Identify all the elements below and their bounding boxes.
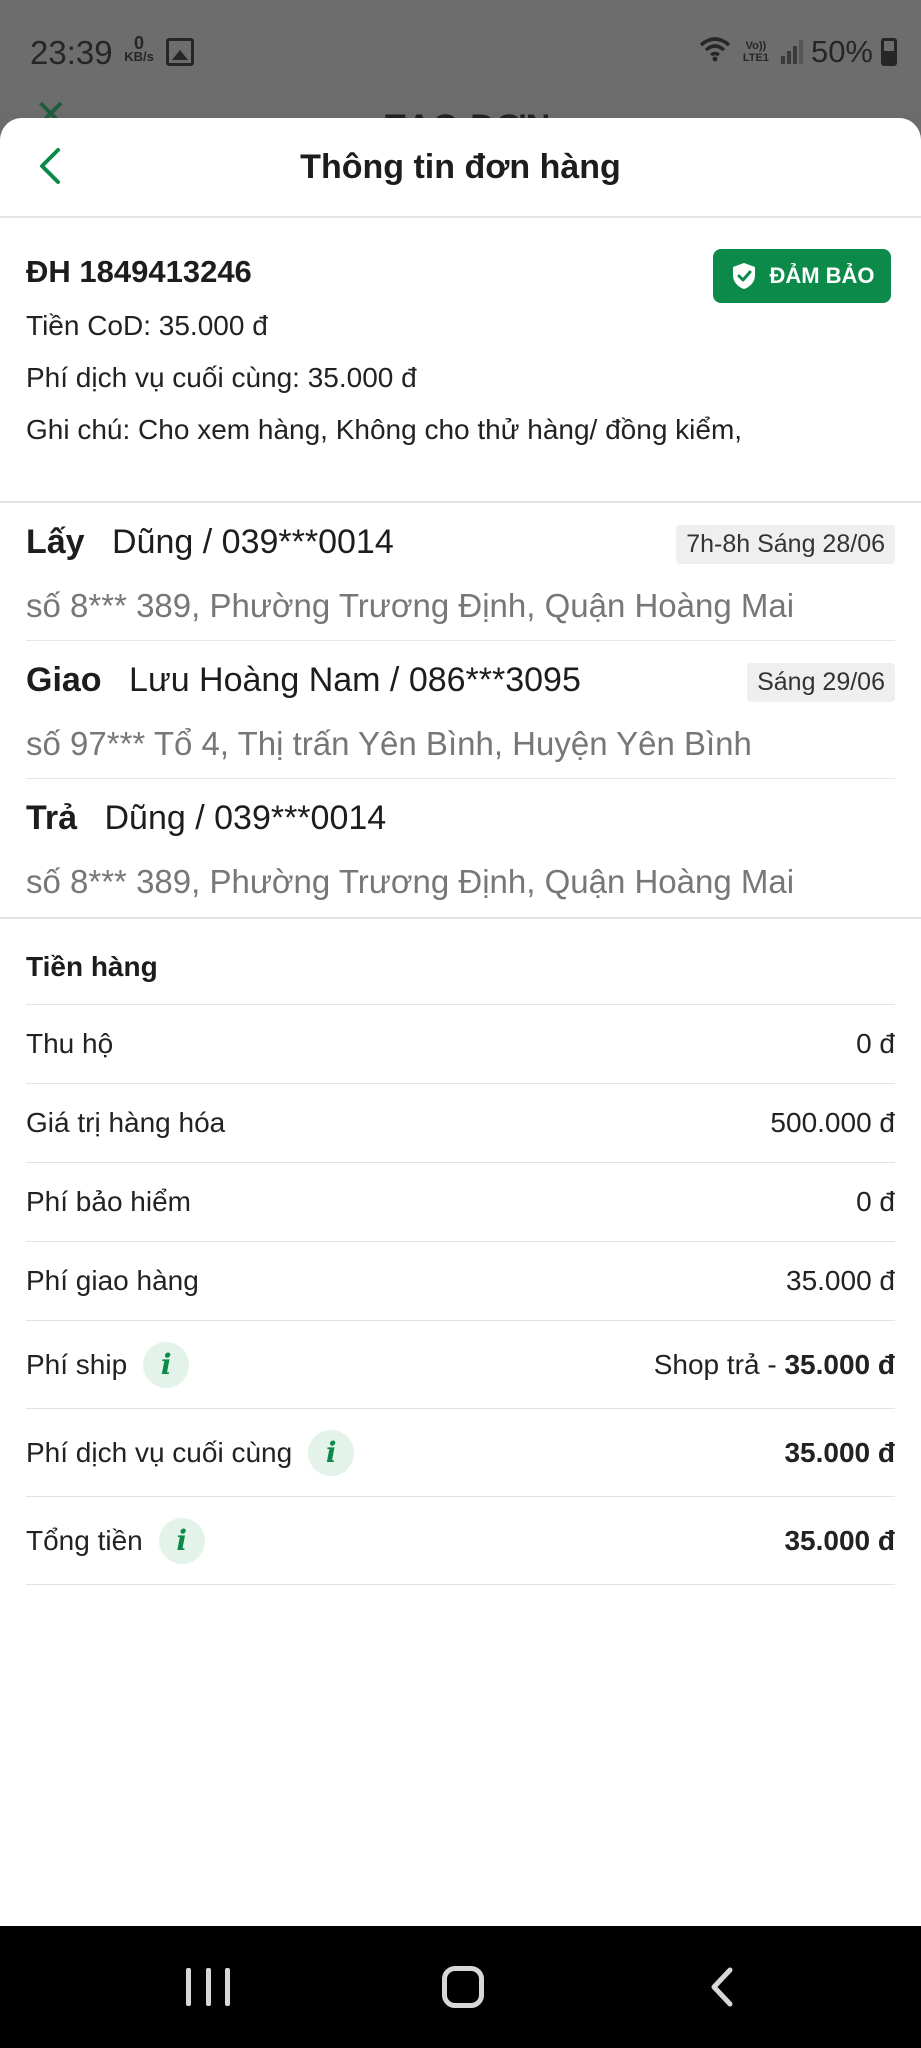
money-row-label-group: Phí dịch vụ cuối cùng i (26, 1429, 355, 1476)
stop-kind: Trả (26, 799, 78, 837)
money-row-label: Phí ship (26, 1348, 128, 1380)
money-row-value: 35.000 đ (786, 1265, 895, 1296)
stop-header: Giao Lưu Hoàng Nam / 086***3095 (26, 661, 581, 700)
battery-icon (881, 38, 897, 66)
money-row-label: Phí dịch vụ cuối cùng (26, 1436, 293, 1468)
money-row-insurance: Phí bảo hiểm 0 đ (26, 1163, 895, 1242)
money-row-label: Phí bảo hiểm (26, 1186, 191, 1217)
guarantee-badge-label: ĐẢM BẢO (769, 263, 875, 288)
nav-back-icon[interactable] (706, 1966, 738, 2008)
stop-contact: Dũng / 039***0014 (112, 523, 394, 561)
stop-address: số 8*** 389, Phường Trương Định, Quận Ho… (26, 863, 795, 900)
ship-payer: Shop trả - (653, 1348, 785, 1380)
signal-icon (780, 40, 803, 64)
money-section: Tiền hàng Thu hộ 0 đ Giá trị hàng hóa 50… (0, 919, 921, 1585)
network-speed-unit: KB/s (124, 49, 154, 64)
money-row-cod: Thu hộ 0 đ (26, 1005, 895, 1084)
money-row-label: Thu hộ (26, 1028, 114, 1059)
info-icon[interactable]: i (158, 1517, 205, 1564)
money-row-label: Giá trị hàng hóa (26, 1107, 226, 1138)
info-icon[interactable]: i (308, 1429, 355, 1476)
wifi-icon (699, 35, 731, 70)
image-notification-icon (166, 38, 194, 66)
sheet-header: Thông tin đơn hàng (0, 118, 921, 218)
money-row-value: 35.000 đ (784, 1436, 895, 1468)
order-note: Ghi chú: Cho xem hàng, Không cho thử hàn… (26, 414, 743, 445)
stop-delivery[interactable]: Giao Lưu Hoàng Nam / 086***3095 Sáng 29/… (26, 641, 895, 779)
money-row-ship-fee: Phí ship i Shop trả - 35.000 đ (26, 1321, 895, 1409)
recent-apps-icon[interactable] (186, 1968, 230, 2006)
final-service-fee: Phí dịch vụ cuối cùng: 35.000 đ (26, 362, 417, 393)
stop-address: số 8*** 389, Phường Trương Định, Quận Ho… (26, 587, 795, 624)
status-bar: 23:39 0 KB/s Vo)) LTE1 50% (0, 0, 921, 110)
money-section-title: Tiền hàng (26, 919, 895, 1005)
money-row-value: 0 đ (856, 1028, 895, 1059)
stop-kind: Lấy (26, 523, 85, 561)
stop-address: số 97*** Tổ 4, Thị trấn Yên Bình, Huyện … (26, 725, 752, 762)
stop-time: Sáng 29/06 (747, 663, 895, 702)
stop-time: 7h-8h Sáng 28/06 (676, 525, 895, 564)
order-summary: ĐH 1849413246 ĐẢM BẢO Tiền CoD: 35.000 đ… (0, 218, 921, 503)
battery-percent: 50% (810, 34, 873, 69)
route-stops: Lấy Dũng / 039***0014 7h-8h Sáng 28/06 s… (0, 503, 921, 919)
shield-check-icon (733, 263, 756, 289)
money-row-value: 500.000 đ (770, 1107, 895, 1138)
stop-pickup[interactable]: Lấy Dũng / 039***0014 7h-8h Sáng 28/06 s… (26, 503, 895, 641)
money-row-value: 35.000 đ (784, 1348, 895, 1380)
volte-label: Vo)) LTE1 (742, 40, 769, 64)
status-time: 23:39 (30, 34, 113, 71)
money-row-label: Tổng tiền (26, 1524, 143, 1556)
stop-header: Trả Dũng / 039***0014 (26, 799, 386, 838)
money-row-delivery-fee: Phí giao hàng 35.000 đ (26, 1242, 895, 1321)
money-row-label-group: Phí ship i (26, 1341, 190, 1388)
stop-header: Lấy Dũng / 039***0014 (26, 523, 394, 562)
info-icon[interactable]: i (143, 1341, 190, 1388)
stop-contact: Lưu Hoàng Nam / 086***3095 (129, 661, 581, 699)
network-speed: 0 KB/s (122, 33, 156, 64)
money-row-label: Phí giao hàng (26, 1265, 199, 1296)
network-speed-value: 0 (133, 33, 144, 53)
cod-amount: Tiền CoD: 35.000 đ (26, 310, 268, 341)
page-title: Thông tin đơn hàng (300, 148, 621, 186)
money-row-value-group: Shop trả - 35.000 đ (654, 1349, 895, 1381)
system-nav-bar (0, 1926, 921, 2048)
guarantee-badge: ĐẢM BẢO (713, 249, 891, 303)
money-row-total: Tổng tiền i 35.000 đ (26, 1497, 895, 1585)
money-row-goods-value: Giá trị hàng hóa 500.000 đ (26, 1084, 895, 1163)
status-right: Vo)) LTE1 50% (699, 34, 897, 70)
stop-contact: Dũng / 039***0014 (104, 799, 387, 837)
stop-kind: Giao (26, 661, 102, 699)
money-row-final-service-fee: Phí dịch vụ cuối cùng i 35.000 đ (26, 1409, 895, 1497)
money-row-value: 35.000 đ (784, 1524, 895, 1556)
money-row-label-group: Tổng tiền i (26, 1517, 205, 1564)
stop-return[interactable]: Trả Dũng / 039***0014 số 8*** 389, Phườn… (26, 779, 895, 917)
money-row-value: 0 đ (856, 1186, 895, 1217)
home-icon[interactable] (442, 1966, 484, 2008)
order-info-sheet: Thông tin đơn hàng ĐH 1849413246 ĐẢM BẢO… (0, 118, 921, 1926)
